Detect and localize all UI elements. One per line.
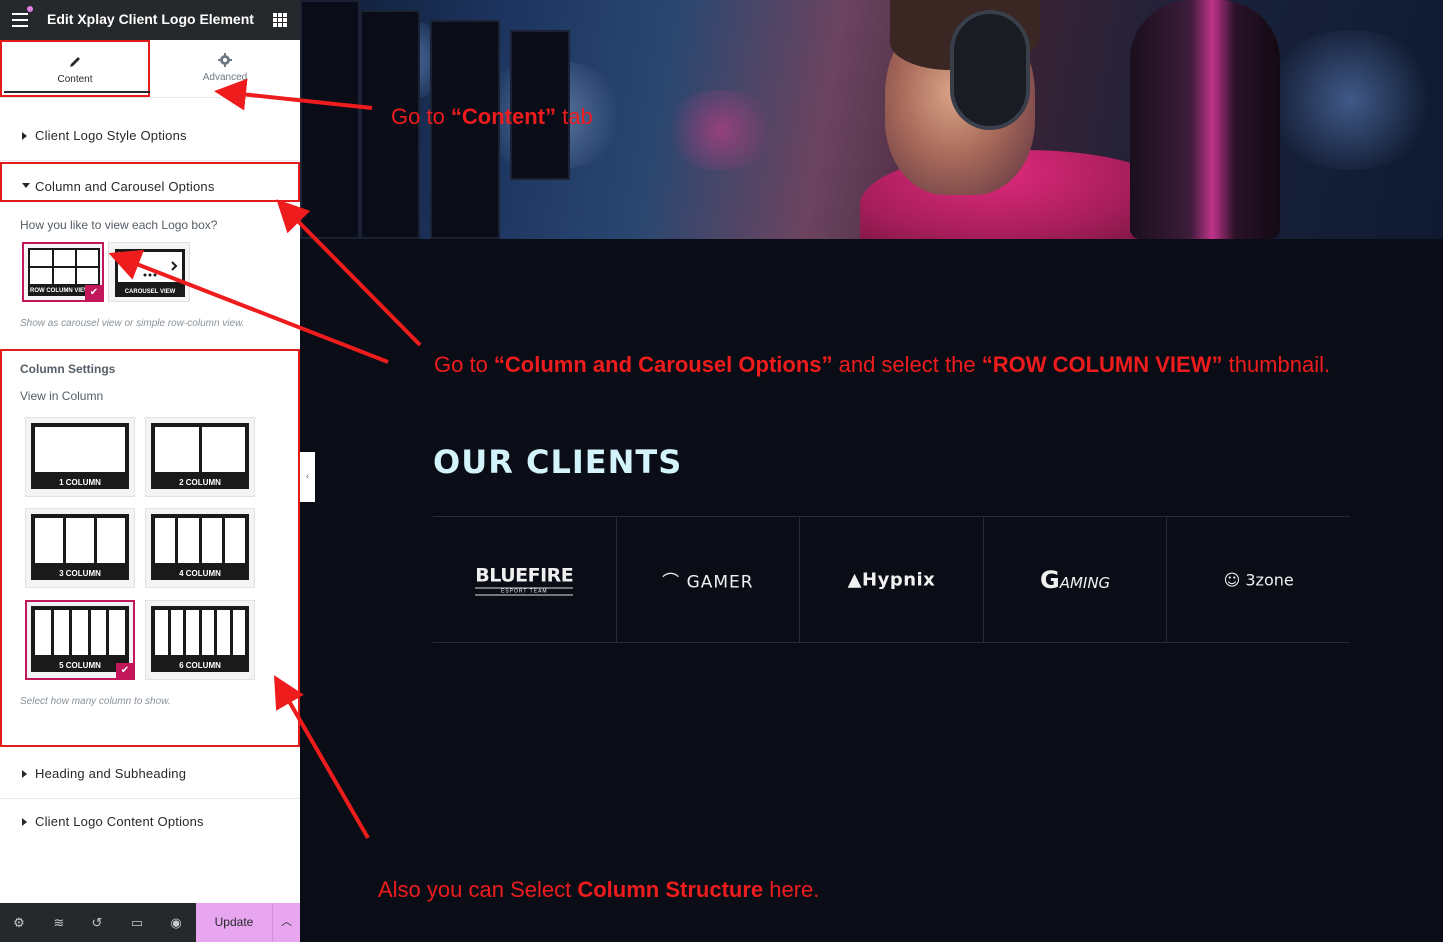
bluefire-logo-text: BLUEFIRE <box>475 564 574 586</box>
pencil-icon <box>70 57 80 67</box>
bluefire-logo-tagline: ESPORT TEAM <box>475 587 574 595</box>
clients-heading: OUR CLIENTS <box>433 443 683 481</box>
chevron-up-icon[interactable]: ︿ <box>272 903 300 942</box>
caret-down-icon <box>22 183 30 188</box>
hamburger-menu-icon[interactable] <box>12 13 28 27</box>
two-column-caption: 2 COLUMN <box>151 476 249 489</box>
annotation-column-structure: Also you can Select Column Structure her… <box>378 877 820 902</box>
responsive-icon[interactable]: ▭ <box>129 915 145 931</box>
carousel-view-caption: CAROUSEL VIEW <box>115 287 185 297</box>
client-logo-grid: BLUEFIRE ESPORT TEAM ⌒ GAMER ▲Hypnix GAM… <box>433 516 1350 643</box>
column-settings-heading: Column Settings <box>20 362 116 376</box>
headset-logo-icon: ⌒ <box>662 572 687 592</box>
gaming-logo-initial: G <box>1039 565 1060 594</box>
section-heading-subheading[interactable]: Heading and Subheading <box>0 751 300 799</box>
3zone-logo-text: 3zone <box>1245 570 1294 589</box>
caret-right-icon <box>22 818 27 826</box>
one-column-option[interactable]: 1 COLUMN <box>25 417 135 497</box>
history-icon[interactable]: ↺ <box>89 915 105 931</box>
section-label: Client Logo Content Options <box>35 814 204 829</box>
tab-advanced[interactable]: Advanced <box>150 40 300 97</box>
active-tab-indicator <box>4 91 150 93</box>
gamer-logo-text: GAMER <box>686 572 754 592</box>
carousel-icon <box>118 252 182 282</box>
editor-title: Edit Xplay Client Logo Element <box>47 11 254 27</box>
view-in-column-label: View in Column <box>20 389 104 403</box>
triangle-logo-icon: ▲ <box>847 569 863 590</box>
view-field-help: Show as carousel view or simple row-colu… <box>20 318 245 329</box>
preview-eye-icon[interactable]: ◉ <box>168 915 184 931</box>
gear-icon <box>218 53 232 67</box>
column-help: Select how many column to show. <box>20 696 171 707</box>
update-button[interactable]: Update <box>196 903 272 942</box>
check-icon: ✔ <box>116 663 134 679</box>
panel-tabs: Content Advanced <box>0 40 300 98</box>
column-settings-group: Column Settings View in Column 1 COLUMN … <box>0 349 300 747</box>
client-logo-3zone[interactable]: ☺ 3zone <box>1167 517 1350 642</box>
robot-logo-icon: ☺ <box>1223 570 1246 589</box>
editor-panel: Edit Xplay Client Logo Element Content A… <box>0 0 300 942</box>
section-label: Column and Carousel Options <box>35 179 215 194</box>
client-logo-gamer[interactable]: ⌒ GAMER <box>617 517 801 642</box>
row-column-view-option[interactable]: ROW COLUMN VIEW ✔ <box>22 242 104 302</box>
hypnix-logo-text: Hypnix <box>862 569 936 590</box>
five-column-caption: 5 COLUMN <box>31 659 129 672</box>
section-column-carousel[interactable]: Column and Carousel Options <box>0 162 300 202</box>
four-column-caption: 4 COLUMN <box>151 567 249 580</box>
tab-advanced-label: Advanced <box>202 72 248 83</box>
section-label: Heading and Subheading <box>35 766 187 781</box>
two-column-option[interactable]: 2 COLUMN <box>145 417 255 497</box>
carousel-view-option[interactable]: CAROUSEL VIEW <box>108 242 190 302</box>
client-logo-gaming[interactable]: GAMING <box>984 517 1168 642</box>
six-column-option[interactable]: 6 COLUMN <box>145 600 255 680</box>
three-column-caption: 3 COLUMN <box>31 567 129 580</box>
tab-content[interactable]: Content <box>0 40 150 97</box>
caret-right-icon <box>22 770 27 778</box>
editor-header: Edit Xplay Client Logo Element <box>0 0 300 40</box>
view-field-label: How you like to view each Logo box? <box>20 218 218 232</box>
settings-icon[interactable]: ⚙ <box>11 915 27 931</box>
widgets-grid-icon[interactable] <box>273 13 287 27</box>
section-label: Client Logo Style Options <box>35 128 187 143</box>
editor-footer: ⚙ ≋ ↺ ▭ ◉ Update ︿ <box>0 903 300 942</box>
client-logo-hypnix[interactable]: ▲Hypnix <box>800 517 984 642</box>
check-icon: ✔ <box>85 285 103 301</box>
gaming-logo-text: AMING <box>1059 573 1111 592</box>
caret-right-icon <box>22 132 27 140</box>
annotation-content-tab: Go to “Content” tab <box>391 104 593 129</box>
five-column-option[interactable]: 5 COLUMN ✔ <box>25 600 135 680</box>
section-client-logo-content[interactable]: Client Logo Content Options <box>0 799 300 847</box>
notification-dot <box>27 6 33 12</box>
annotation-column-carousel: Go to “Column and Carousel Options” and … <box>434 352 1331 377</box>
six-column-caption: 6 COLUMN <box>151 659 249 672</box>
client-logo-bluefire[interactable]: BLUEFIRE ESPORT TEAM <box>433 517 617 642</box>
tab-content-label: Content <box>57 74 93 85</box>
row-column-grid-icon <box>30 250 98 284</box>
collapse-panel-handle[interactable]: ‹ <box>300 452 315 502</box>
section-client-logo-style[interactable]: Client Logo Style Options <box>0 113 300 161</box>
three-column-option[interactable]: 3 COLUMN <box>25 508 135 588</box>
four-column-option[interactable]: 4 COLUMN <box>145 508 255 588</box>
layers-icon[interactable]: ≋ <box>51 915 67 931</box>
one-column-caption: 1 COLUMN <box>31 476 129 489</box>
